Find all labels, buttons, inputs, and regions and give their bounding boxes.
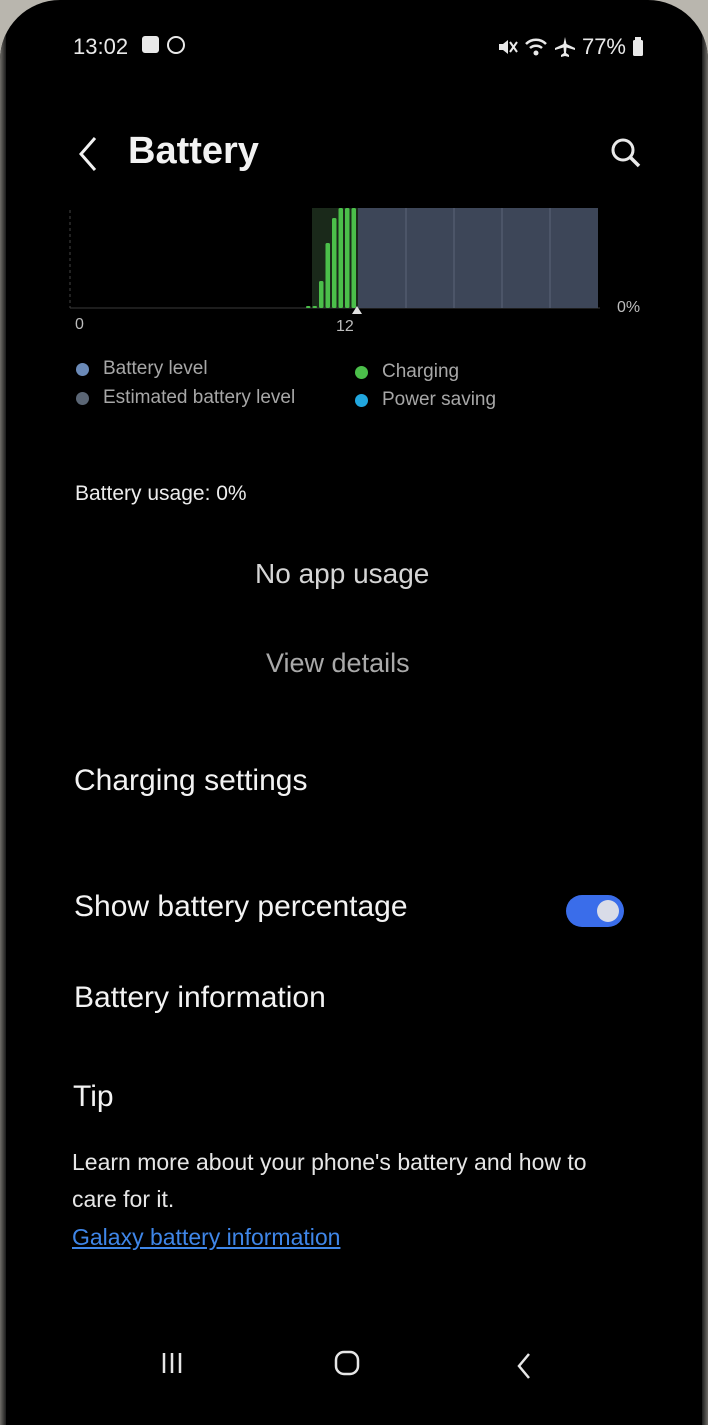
show-battery-percentage-row[interactable]: Show battery percentage [54, 874, 634, 948]
legend-estimated-level: Estimated battery level [76, 387, 295, 409]
status-time: 13:02 [73, 34, 129, 59]
galaxy-battery-information-link[interactable]: Galaxy battery information [72, 1224, 340, 1251]
recents-button[interactable] [150, 1338, 194, 1388]
tip-body: Learn more about your phone's battery an… [72, 1149, 587, 1212]
home-button[interactable] [322, 1338, 372, 1388]
legend-label: Battery level [103, 358, 208, 379]
legend-dot-power-saving [355, 393, 368, 407]
phone-screen: 13:02 77% Battery 0 12 0% Battery level … [0, 0, 708, 1425]
wifi-icon [525, 38, 547, 56]
recents-icon [162, 1353, 182, 1373]
legend-charging: Charging [355, 361, 459, 383]
home-icon [334, 1350, 360, 1376]
no-app-usage-text: No app usage [255, 558, 430, 589]
battery-chart: 0 12 0% [60, 200, 660, 350]
bezel-right [702, 0, 708, 1425]
app-header: Battery [0, 120, 708, 190]
charging-bar [332, 218, 337, 308]
legend-dot-battery-level [76, 362, 89, 376]
circle-icon [167, 36, 185, 54]
legend-label: Power saving [382, 389, 497, 410]
view-details-link[interactable]: View details [266, 648, 410, 679]
legend-label: Estimated battery level [103, 387, 296, 408]
charging-bar [351, 208, 356, 308]
legend-label: Charging [382, 361, 460, 382]
navigation-bar [0, 1330, 708, 1400]
search-button[interactable] [598, 122, 654, 184]
charging-bar [306, 306, 311, 308]
status-bar: 13:02 77% [0, 30, 708, 66]
back-button[interactable] [70, 126, 106, 182]
x-tick-12: 12 [336, 318, 354, 335]
nav-back-button[interactable] [504, 1338, 544, 1394]
legend-battery-level: Battery level [76, 358, 208, 380]
system-icons: 77% [496, 34, 644, 60]
search-icon [611, 138, 641, 168]
bezel-left [0, 0, 6, 1425]
legend-dot-charging [355, 365, 368, 379]
charging-bar [319, 281, 324, 308]
show-battery-percentage-toggle[interactable] [566, 895, 624, 927]
charging-bar [338, 208, 343, 308]
battery-usage-label: Battery usage: 0% [75, 482, 247, 505]
battery-information-item[interactable]: Battery information [74, 981, 326, 1015]
show-battery-percentage-label: Show battery percentage [74, 890, 408, 923]
gallery-icon [142, 36, 159, 53]
battery-chart-svg [69, 208, 600, 314]
toggle-knob [597, 900, 619, 922]
airplane-icon [554, 37, 575, 57]
estimated-battery-area [358, 208, 598, 308]
charging-bar [312, 306, 317, 308]
legend-dot-estimated [76, 391, 89, 405]
y-tick-0-percent: 0% [617, 299, 641, 316]
notification-icons [142, 36, 185, 54]
legend-power-saving: Power saving [355, 389, 496, 411]
chevron-left-icon [79, 137, 97, 171]
charging-bar [345, 208, 350, 308]
back-icon [517, 1353, 530, 1379]
battery-percent: 77% [581, 34, 626, 59]
mute-icon [498, 40, 518, 54]
battery-icon [633, 37, 643, 56]
page-title: Battery [128, 130, 259, 172]
charging-bar [325, 243, 330, 308]
tip-title: Tip [73, 1080, 114, 1113]
x-tick-0: 0 [75, 316, 84, 333]
chart-legend: Battery level Estimated battery level Ch… [74, 358, 634, 418]
charging-settings-item[interactable]: Charging settings [74, 764, 307, 798]
